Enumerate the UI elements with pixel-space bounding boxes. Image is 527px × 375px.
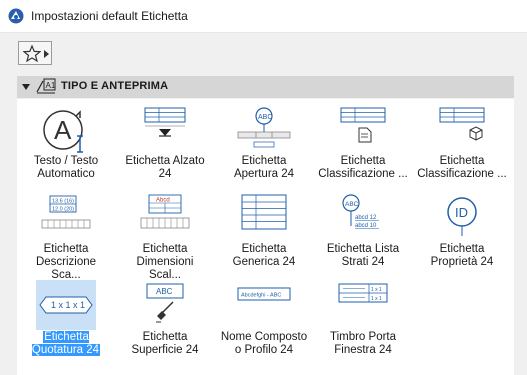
grid-item-classificazione-2[interactable]: Etichetta Classificazione ...: [413, 99, 511, 187]
item-label: Etichetta Proprietà 24: [430, 243, 494, 268]
composite-name-label-icon: Abcdefghi - ABC: [237, 287, 291, 301]
item-label: Etichetta Superficie 24: [131, 331, 199, 356]
grid-item-classificazione-1[interactable]: Etichetta Classificazione ...: [314, 99, 412, 187]
grid-item-apertura[interactable]: ABC Etichetta Apertura 24: [215, 99, 313, 187]
selected-label-text: Etichetta Quotatura 24: [31, 331, 101, 356]
classification-label-icon: [340, 107, 386, 143]
door-window-stamp-icon: 1 x 1 1 x 1: [338, 283, 388, 303]
opening-label-icon: ABC: [237, 107, 291, 148]
grid-item-timbro[interactable]: 1 x 1 1 x 1 Timbro Porta Finestra 24: [314, 275, 412, 363]
item-label: Etichetta Classificazione ...: [417, 155, 507, 180]
classification-3d-label-icon: [439, 107, 485, 141]
grid-item-testo-automatico[interactable]: A Testo / Testo Automatico: [17, 99, 115, 187]
generic-label-icon: [241, 194, 287, 230]
svg-text:1 x 1: 1 x 1: [371, 287, 382, 293]
item-label: Testo / Testo Automatico: [33, 155, 99, 180]
svg-text:1 x 1 x 1: 1 x 1 x 1: [51, 300, 85, 310]
svg-text:abcd 10: abcd 10: [355, 223, 377, 229]
svg-text:13.6 (16): 13.6 (16): [52, 199, 74, 205]
grid-item-generica[interactable]: Etichetta Generica 24: [215, 187, 313, 275]
svg-text:1 x 1: 1 x 1: [371, 296, 382, 302]
description-label-icon: 13.6 (16) 12.0 (20): [41, 195, 91, 229]
item-label: Timbro Porta Finestra 24: [329, 331, 397, 356]
svg-text:ABC: ABC: [156, 287, 173, 296]
title-bar: Impostazioni default Etichetta: [0, 0, 527, 33]
elevation-label-icon: [144, 107, 186, 137]
property-label-icon: ID: [447, 197, 477, 236]
svg-text:12.0 (20): 12.0 (20): [52, 207, 74, 213]
favorites-button[interactable]: [18, 41, 52, 65]
grid-item-superficie[interactable]: ABC Etichetta Superficie 24: [116, 275, 214, 363]
item-label: Etichetta Classificazione ...: [318, 155, 408, 180]
dimension-quotation-icon: 1 x 1 x 1: [36, 280, 96, 330]
section-title: TIPO E ANTEPRIMA: [61, 80, 169, 92]
chevron-down-icon[interactable]: [22, 84, 30, 90]
item-label: Etichetta Apertura 24: [233, 155, 295, 180]
svg-text:A: A: [54, 115, 72, 145]
grid-item-nome-composto[interactable]: Abcdefghi - ABC Nome Composto o Profilo …: [215, 275, 313, 363]
item-label: Etichetta Generica 24: [232, 243, 296, 268]
item-label: Etichetta Alzato 24: [125, 155, 205, 180]
label-type-icon: A1: [36, 78, 56, 94]
archicad-app-icon: [8, 8, 24, 24]
layer-list-label-icon: ABC abcd 12 abcd 10: [342, 194, 379, 229]
item-label: Etichetta Lista Strati 24: [326, 243, 400, 268]
grid-item-proprieta[interactable]: ID Etichetta Proprietà 24: [413, 187, 511, 275]
svg-text:ABC: ABC: [345, 201, 359, 208]
svg-text:abcd 12: abcd 12: [355, 215, 377, 221]
svg-text:ABC: ABC: [258, 114, 272, 121]
grid-item-quotatura[interactable]: 1 x 1 x 1 Etichetta Quotatura 24: [17, 275, 115, 363]
grid-item-descrizione[interactable]: 13.6 (16) 12.0 (20) Etichetta Descrizion…: [17, 187, 115, 281]
window-title: Impostazioni default Etichetta: [31, 9, 188, 23]
label-type-grid: A Testo / Testo Automatico Etichetta Alz…: [17, 99, 514, 375]
section-header-tipo-anteprima[interactable]: A1 TIPO E ANTEPRIMA: [17, 76, 514, 98]
item-label: Nome Composto o Profilo 24: [220, 331, 308, 356]
caret-right-icon: [44, 50, 49, 58]
grid-item-alzato[interactable]: Etichetta Alzato 24: [116, 99, 214, 187]
svg-text:Abcdefghi - ABC: Abcdefghi - ABC: [241, 293, 281, 299]
text-autotext-icon: A: [43, 110, 83, 153]
dialog-content: A1 TIPO E ANTEPRIMA A Testo / Testo Auto…: [0, 33, 527, 375]
grid-item-lista-strati[interactable]: ABC abcd 12 abcd 10 Etichetta Lista Stra…: [314, 187, 412, 275]
item-label: Etichetta Quotatura 24: [20, 331, 112, 357]
grid-item-dimensioni[interactable]: Abcd Etichetta Dimensioni Scal...: [116, 187, 214, 281]
svg-text:Abcd: Abcd: [156, 198, 170, 204]
dimension-label-icon: Abcd: [140, 194, 190, 229]
svg-text:A1: A1: [46, 81, 56, 90]
surface-label-icon: ABC: [146, 283, 184, 323]
star-icon: [23, 45, 41, 62]
svg-text:ID: ID: [455, 205, 468, 220]
